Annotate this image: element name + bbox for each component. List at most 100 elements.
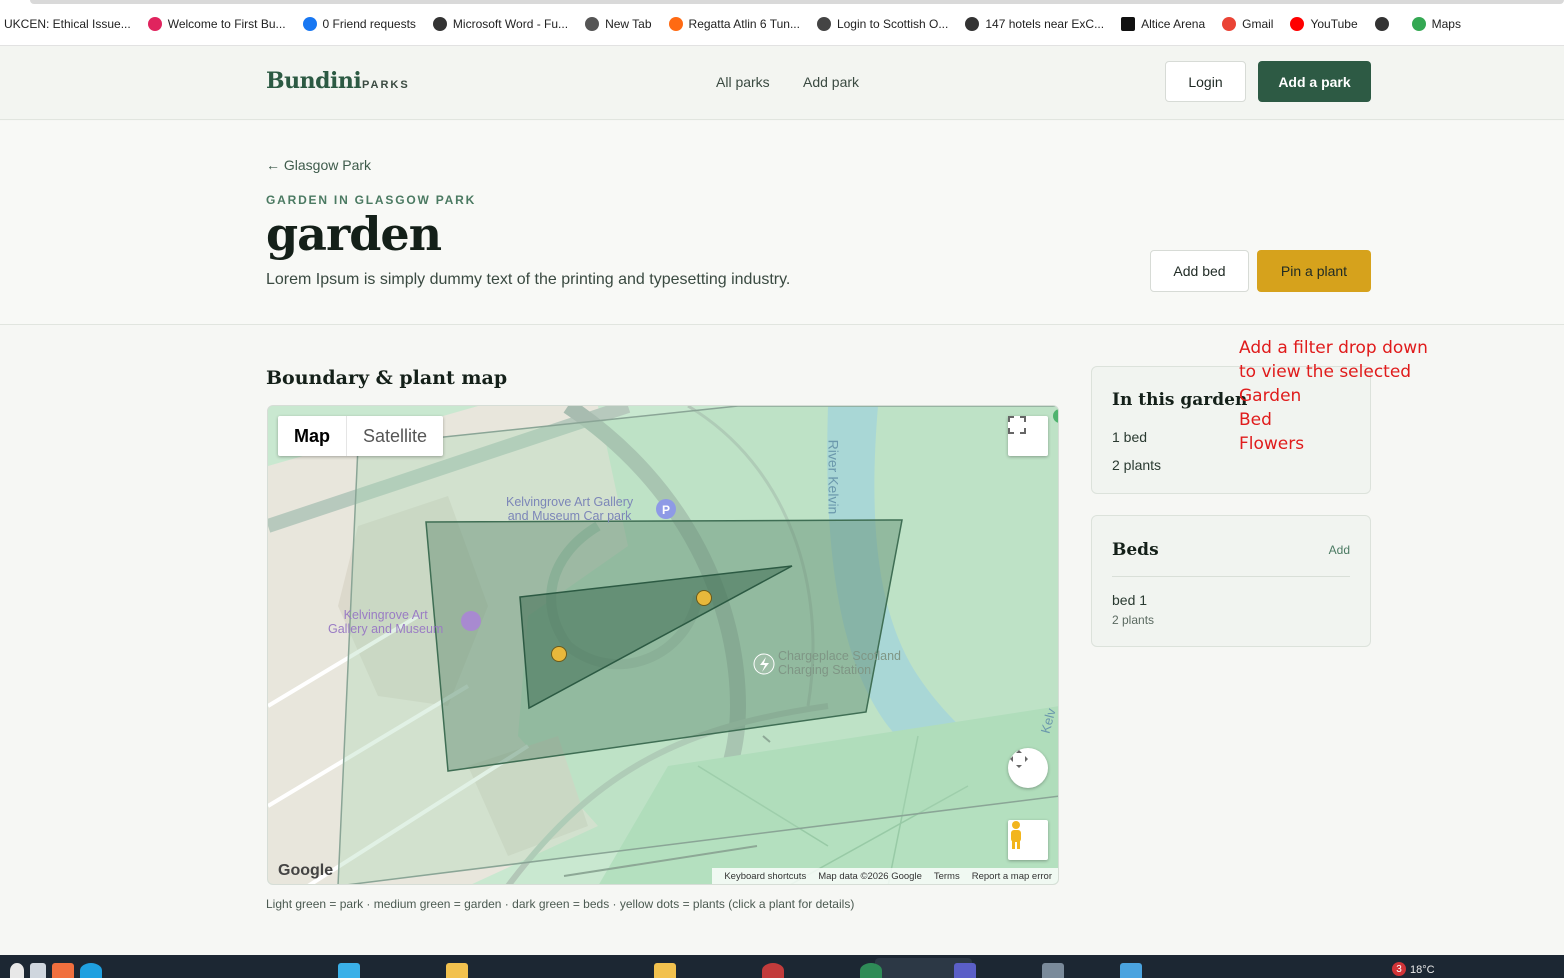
- map-canvas[interactable]: P: [268, 406, 1059, 885]
- pegman-icon[interactable]: [1008, 820, 1048, 860]
- login-button[interactable]: Login: [1165, 61, 1246, 102]
- bookmark-label: 0 Friend requests: [322, 17, 416, 31]
- folder-icon[interactable]: [654, 963, 676, 978]
- svg-text:P: P: [662, 503, 670, 517]
- boundary-map[interactable]: P Kelvingrove Art Gallery and Museum Car…: [267, 405, 1059, 885]
- bed-name: bed 1: [1112, 592, 1148, 608]
- terms-link[interactable]: Terms: [934, 871, 960, 882]
- app-icon[interactable]: [860, 963, 882, 978]
- edge-icon[interactable]: [80, 963, 102, 978]
- bookmark-favicon-icon: [1121, 17, 1136, 31]
- charging-label: Chargeplace Scotland Charging Station: [778, 649, 901, 677]
- task-view-icon[interactable]: [30, 963, 46, 978]
- notification-badge: 3: [1392, 962, 1406, 976]
- map-type-map-button[interactable]: Map: [278, 416, 347, 456]
- bookmark-item[interactable]: Gmail: [1222, 17, 1273, 31]
- map-type-satellite-button[interactable]: Satellite: [347, 416, 443, 456]
- bookmarks-row: UKCEN: Ethical Issue... Welcome to First …: [0, 14, 1478, 34]
- add-a-park-button[interactable]: Add a park: [1258, 61, 1371, 102]
- report-error-link[interactable]: Report a map error: [972, 871, 1052, 882]
- bookmark-label: Maps: [1431, 17, 1461, 31]
- bookmark-favicon-icon: [432, 17, 447, 31]
- bookmark-item[interactable]: Regatta Atlin 6 Tun...: [668, 17, 800, 31]
- bookmark-item[interactable]: Microsoft Word - Fu...: [432, 17, 569, 31]
- divider: [1112, 576, 1350, 577]
- beds-card: Beds Add bed 1 2 plants: [1091, 515, 1371, 647]
- plant-count: 2 plants: [1112, 457, 1162, 473]
- charging-label-line1: Chargeplace Scotland: [778, 649, 901, 663]
- bookmark-favicon-icon: [965, 17, 980, 31]
- bookmark-item[interactable]: UKCEN: Ethical Issue...: [4, 17, 131, 31]
- map-type-toggle: Map Satellite: [278, 416, 444, 456]
- bookmark-item[interactable]: Altice Arena: [1121, 17, 1205, 31]
- bookmark-item[interactable]: YouTube: [1290, 17, 1358, 31]
- museum-label-line2: Gallery and Museum: [328, 622, 444, 636]
- map-data-text: Map data ©2026 Google: [818, 870, 922, 882]
- app-icon[interactable]: [52, 963, 74, 978]
- os-taskbar: 3 18°C: [0, 955, 1564, 978]
- nav-all-parks[interactable]: All parks: [716, 74, 770, 90]
- camera-control-icon[interactable]: [1008, 748, 1048, 788]
- google-logo[interactable]: Google: [278, 862, 333, 880]
- bookmark-item[interactable]: Welcome to First Bu...: [147, 17, 286, 31]
- bookmark-item[interactable]: 147 hotels near ExC...: [965, 17, 1104, 31]
- garden-hero: ← Glasgow Park GARDEN IN GLASGOW PARK ga…: [0, 121, 1564, 325]
- bookmark-favicon-icon: [147, 17, 162, 31]
- bookmark-favicon-icon: [1290, 17, 1305, 31]
- beds-title: Beds: [1112, 540, 1159, 560]
- bookmark-label: Gmail: [1242, 17, 1274, 31]
- bookmark-item[interactable]: Maps: [1411, 17, 1461, 31]
- bookmark-item[interactable]: 0 Friend requests: [302, 17, 416, 31]
- bookmark-label: Welcome to First Bu...: [167, 17, 286, 31]
- map-attribution: Keyboard shortcuts Map data ©2026 Google…: [712, 868, 1058, 884]
- bed-plant-count: 2 plants: [1112, 613, 1155, 627]
- bookmark-label: Microsoft Word - Fu...: [452, 17, 569, 31]
- start-icon[interactable]: [10, 963, 24, 978]
- weather-temp[interactable]: 18°C: [1410, 964, 1435, 976]
- car-park-label-line2: and Museum Car park: [507, 509, 632, 523]
- keyboard-shortcuts-link[interactable]: Keyboard shortcuts: [724, 871, 806, 882]
- teams-icon[interactable]: [954, 963, 976, 978]
- red-annotation-note: Add a filter drop down to view the selec…: [1239, 338, 1428, 454]
- calculator-icon[interactable]: [1042, 963, 1064, 978]
- car-park-label-line1: Kelvingrove Art Gallery: [506, 495, 634, 509]
- page-eyebrow: GARDEN IN GLASGOW PARK: [266, 193, 477, 207]
- bookmark-favicon-icon: [1222, 17, 1237, 31]
- bookmark-label: UKCEN: Ethical Issue...: [4, 17, 131, 31]
- app-icon[interactable]: [1120, 963, 1142, 978]
- bookmark-favicon-icon: [1374, 17, 1389, 31]
- bookmark-label: New Tab: [605, 17, 652, 31]
- bookmarks-bar: UKCEN: Ethical Issue... Welcome to First …: [0, 0, 1564, 46]
- bookmark-item[interactable]: New Tab: [585, 17, 652, 31]
- logo[interactable]: Bundini: [266, 68, 362, 94]
- add-bed-link[interactable]: Add: [1329, 543, 1350, 557]
- car-park-label: Kelvingrove Art Gallery and Museum Car p…: [506, 495, 633, 523]
- logo-subtitle: PARKS: [362, 79, 410, 91]
- bookmark-favicon-icon: [585, 17, 600, 31]
- bookmark-label: Login to Scottish O...: [836, 17, 949, 31]
- back-link[interactable]: ← Glasgow Park: [266, 157, 371, 173]
- app-icon[interactable]: [338, 963, 360, 978]
- bookmark-label: Altice Arena: [1141, 17, 1206, 31]
- bookmark-item[interactable]: Login to Scottish O...: [816, 17, 949, 31]
- pin-a-plant-button[interactable]: Pin a plant: [1257, 250, 1371, 292]
- page-title: garden: [266, 207, 442, 261]
- museum-label: Kelvingrove Art Gallery and Museum: [328, 608, 443, 636]
- bookmark-favicon-icon: [668, 17, 683, 31]
- fullscreen-icon[interactable]: [1008, 416, 1048, 456]
- bookmark-label: YouTube: [1310, 17, 1358, 31]
- in-this-garden-title: In this garden: [1112, 390, 1248, 410]
- app-icon[interactable]: [762, 963, 784, 978]
- map-legend-caption: Light green = park · medium green = gard…: [266, 897, 855, 911]
- plant-marker[interactable]: [696, 590, 712, 606]
- nav-add-park[interactable]: Add park: [803, 74, 859, 90]
- museum-icon[interactable]: [461, 611, 481, 631]
- bookmark-favicon-icon: [302, 17, 317, 31]
- plant-marker[interactable]: [551, 646, 567, 662]
- bookmark-favicon-icon: [816, 17, 831, 31]
- taskbar-icons: [10, 963, 1148, 978]
- folder-icon[interactable]: [446, 963, 468, 978]
- bookmark-item[interactable]: [1374, 17, 1395, 31]
- bookmark-label: Regatta Atlin 6 Tun...: [688, 17, 800, 31]
- add-bed-button[interactable]: Add bed: [1150, 250, 1249, 292]
